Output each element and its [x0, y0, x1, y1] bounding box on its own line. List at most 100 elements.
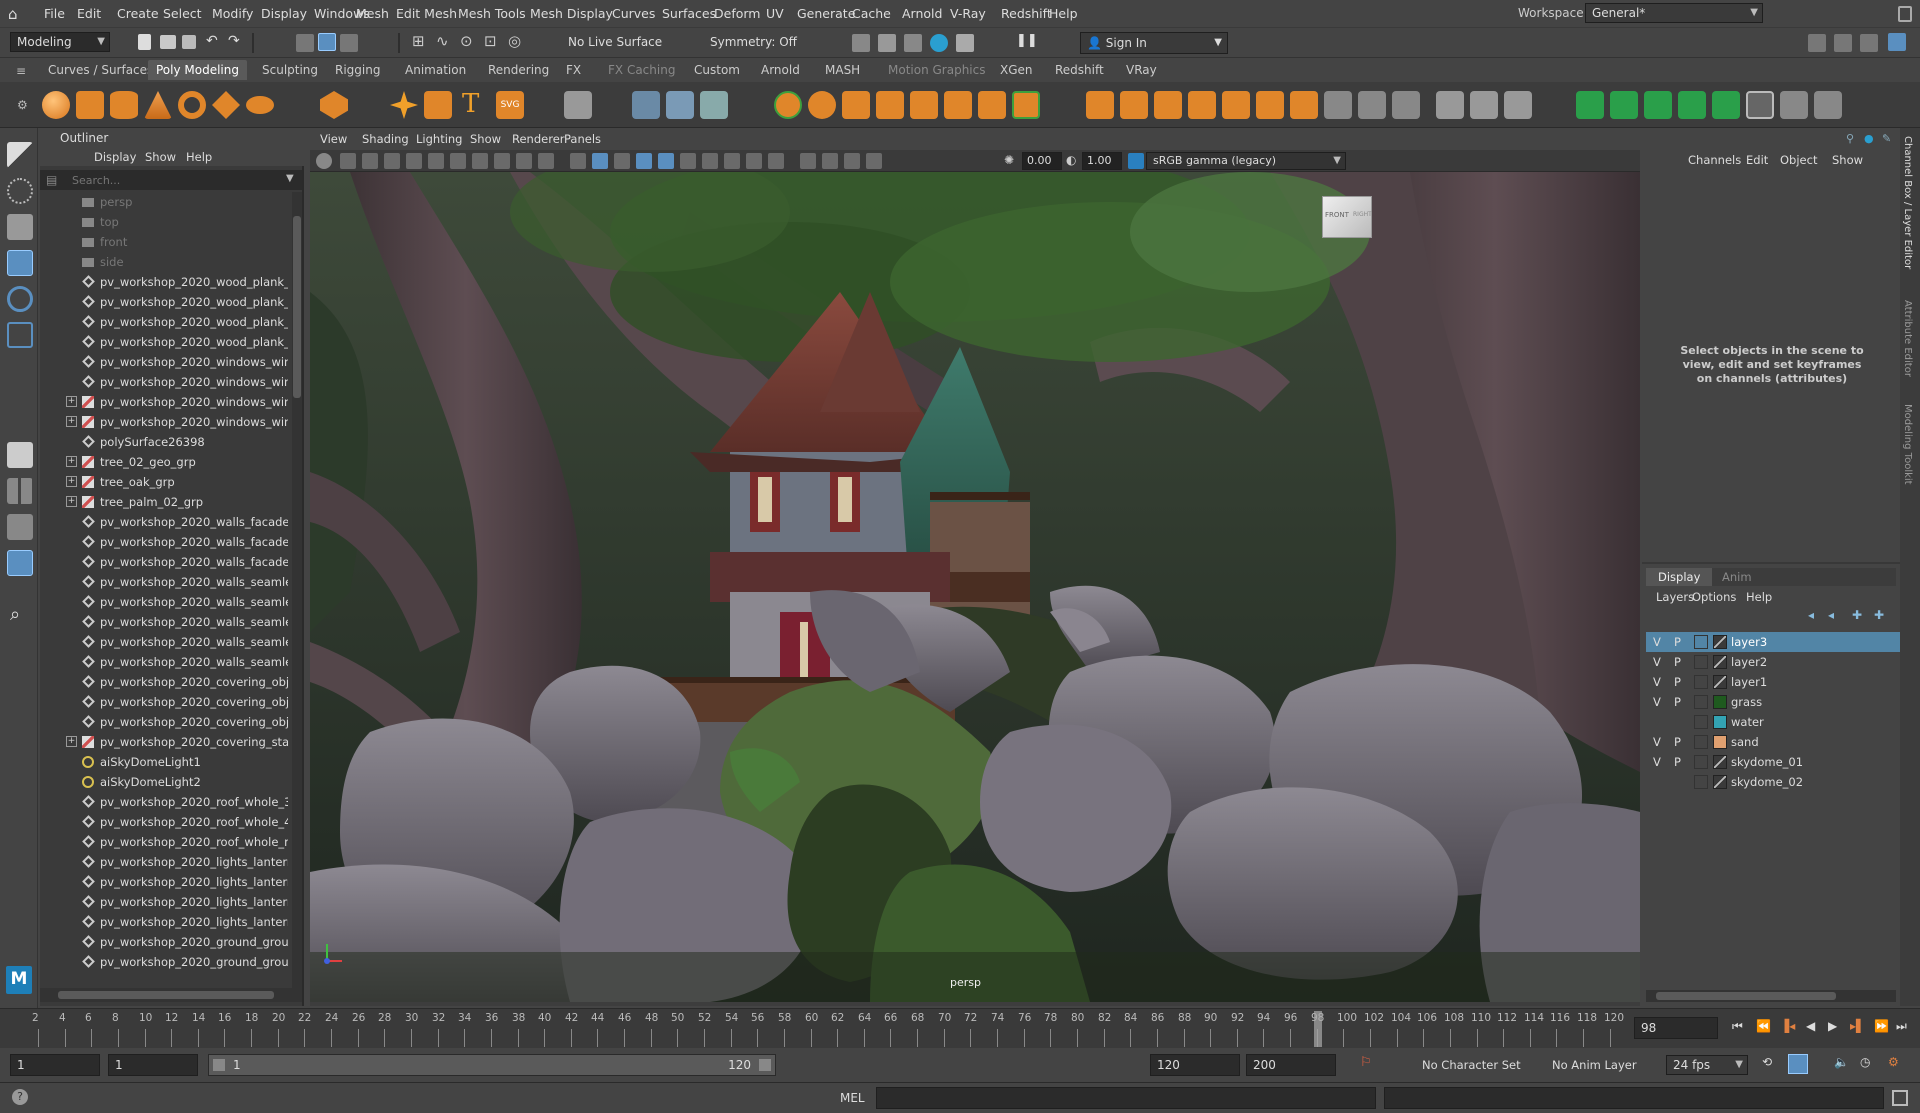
step-back-key-icon[interactable]: ⏪	[1756, 1019, 1771, 1033]
go-to-end-icon[interactable]: ⏭	[1896, 1019, 1907, 1034]
shelf-tab-mash[interactable]: MASH	[825, 63, 860, 77]
film-gate-icon[interactable]	[428, 153, 444, 169]
layer-name[interactable]: skydome_02	[1731, 775, 1803, 789]
uv-cut-icon[interactable]	[1814, 91, 1842, 119]
outliner-item[interactable]: aiSkyDomeLight1	[40, 752, 288, 772]
outliner-item[interactable]: pv_workshop_2020_ground_ground_3	[40, 952, 288, 972]
attribute-editor-tab[interactable]: Attribute Editor	[1902, 300, 1913, 377]
outliner-item[interactable]: pv_workshop_2020_covering_object_23	[40, 672, 288, 692]
search-icon[interactable]: ⌕	[10, 604, 20, 625]
shelf-tab-rigging[interactable]: Rigging	[335, 63, 380, 77]
use-all-lights-icon[interactable]	[658, 153, 674, 169]
layer-visibility-toggle[interactable]: V	[1653, 635, 1661, 649]
outliner-item[interactable]: + tree_02_geo_grp	[40, 452, 288, 472]
outliner-item[interactable]: pv_workshop_2020_roof_whole_4	[40, 812, 288, 832]
layer-type-cell[interactable]	[1694, 675, 1708, 689]
smooth-shade-icon[interactable]	[592, 153, 608, 169]
viewport-menu-lighting[interactable]: Lighting	[416, 132, 462, 146]
move-tool-icon[interactable]	[7, 250, 33, 276]
resolution-gate-icon[interactable]	[450, 153, 466, 169]
shelf-tab-sculpting[interactable]: Sculpting	[262, 63, 318, 77]
layer-color-swatch[interactable]	[1713, 755, 1727, 769]
channel-box-menu-channels[interactable]: Channels	[1688, 153, 1741, 167]
four-view-icon[interactable]	[7, 478, 33, 504]
layer-row[interactable]: V Player2	[1646, 652, 1900, 672]
outliner-item[interactable]: pv_workshop_2020_lights_lantern_8	[40, 912, 288, 932]
outliner-item[interactable]: pv_workshop_2020_windows_window_3	[40, 372, 288, 392]
outliner-item[interactable]: pv_workshop_2020_wood_plank_1	[40, 272, 288, 292]
layer-tab-anim[interactable]: Anim	[1722, 570, 1752, 584]
select-hierarchy-icon[interactable]	[296, 34, 314, 52]
command-input[interactable]	[876, 1087, 1376, 1109]
uv-layout-icon[interactable]	[1746, 91, 1774, 119]
menu-edit[interactable]: Edit	[77, 6, 101, 21]
live-surface-label[interactable]: No Live Surface	[568, 35, 662, 49]
layer-visibility-toggle[interactable]: V	[1653, 755, 1661, 769]
outliner-item[interactable]: persp	[40, 192, 288, 212]
layer-visibility-toggle[interactable]: V	[1653, 735, 1661, 749]
layer-color-swatch[interactable]	[1713, 735, 1727, 749]
fill-hole-icon[interactable]	[910, 91, 938, 119]
layer-playback-toggle[interactable]: P	[1674, 735, 1681, 749]
modeling-toolkit-tab[interactable]: Modeling Toolkit	[1902, 404, 1913, 485]
extrude-icon[interactable]	[842, 91, 870, 119]
layer-type-cell[interactable]	[1694, 715, 1708, 729]
workspace-dropdown[interactable]: General* ▼	[1585, 3, 1763, 23]
loop-icon[interactable]: ⟲	[1762, 1055, 1772, 1069]
move-layer-up-icon[interactable]: ◂	[1808, 608, 1814, 622]
expand-icon[interactable]: +	[66, 496, 77, 507]
shelf-tab-arnold[interactable]: Arnold	[761, 63, 800, 77]
poke-icon[interactable]	[1290, 91, 1318, 119]
shelf-tab-curves-surfaces[interactable]: Curves / Surfaces	[48, 63, 153, 77]
layer-name[interactable]: water	[1731, 715, 1764, 729]
layer-tab-display[interactable]: Display	[1646, 568, 1713, 586]
poly-cube-icon[interactable]	[76, 91, 104, 119]
fps-dropdown[interactable]: 24 fps ▼	[1666, 1055, 1748, 1075]
uv-automatic-icon[interactable]	[1678, 91, 1706, 119]
layer-type-cell[interactable]	[1694, 695, 1708, 709]
persp-outliner-icon[interactable]	[7, 514, 33, 540]
layer-visibility-toggle[interactable]: V	[1653, 675, 1661, 689]
expand-icon[interactable]: +	[66, 416, 77, 427]
outliner-item[interactable]: aiSkyDomeLight2	[40, 772, 288, 792]
outliner-item[interactable]: + pv_workshop_2020_windows_window_5	[40, 392, 288, 412]
play-forwards-icon[interactable]: ▶	[1828, 1019, 1837, 1033]
home-icon[interactable]: ⌂	[8, 5, 18, 23]
anti-alias-icon[interactable]	[746, 153, 762, 169]
type-tool-icon[interactable]: T	[462, 89, 479, 119]
outliner-item[interactable]: pv_workshop_2020_walls_facade_4	[40, 512, 288, 532]
expand-icon[interactable]: +	[66, 456, 77, 467]
outliner-item[interactable]: front	[40, 232, 288, 252]
outliner-item[interactable]: pv_workshop_2020_covering_object_25	[40, 692, 288, 712]
bevel-icon[interactable]	[876, 91, 904, 119]
append-polygon-icon[interactable]	[944, 91, 972, 119]
redo-icon[interactable]: ↷	[228, 33, 240, 49]
screen-space-ao-icon[interactable]	[702, 153, 718, 169]
reduce-icon[interactable]	[1154, 91, 1182, 119]
isolate-select-icon[interactable]	[800, 153, 816, 169]
safe-title-icon[interactable]	[538, 153, 554, 169]
outliner-item[interactable]: pv_workshop_2020_roof_whole_round_	[40, 832, 288, 852]
quad-draw-icon[interactable]	[1436, 91, 1464, 119]
layer-type-cell[interactable]	[1694, 655, 1708, 669]
layer-color-swatch[interactable]	[1713, 775, 1727, 789]
outliner-search-field[interactable]: ▤ ▼	[40, 170, 302, 190]
extract-icon[interactable]	[1086, 91, 1114, 119]
multi-cut-icon[interactable]	[774, 91, 802, 119]
layer-playback-toggle[interactable]: P	[1674, 675, 1681, 689]
current-time-marker[interactable]	[1314, 1011, 1322, 1047]
poly-sphere-icon[interactable]	[42, 91, 70, 119]
menu-display[interactable]: Display	[261, 6, 307, 21]
script-editor-icon[interactable]	[1892, 1090, 1908, 1106]
backface-icon[interactable]	[866, 153, 882, 169]
search-options-icon[interactable]: ▼	[286, 173, 294, 184]
viewport-menu-view[interactable]: View	[320, 132, 347, 146]
step-back-frame-icon[interactable]: ▐◂	[1780, 1019, 1795, 1033]
menu-help[interactable]: Help	[1049, 6, 1078, 21]
color-management-icon[interactable]	[1128, 153, 1144, 169]
shelf-menu-icon[interactable]: ≡	[16, 64, 26, 78]
layer-name[interactable]: layer1	[1731, 675, 1767, 689]
menu-edit-mesh[interactable]: Edit Mesh	[396, 6, 457, 21]
layer-type-cell[interactable]	[1694, 635, 1708, 649]
menu-generate[interactable]: Generate	[797, 6, 855, 21]
